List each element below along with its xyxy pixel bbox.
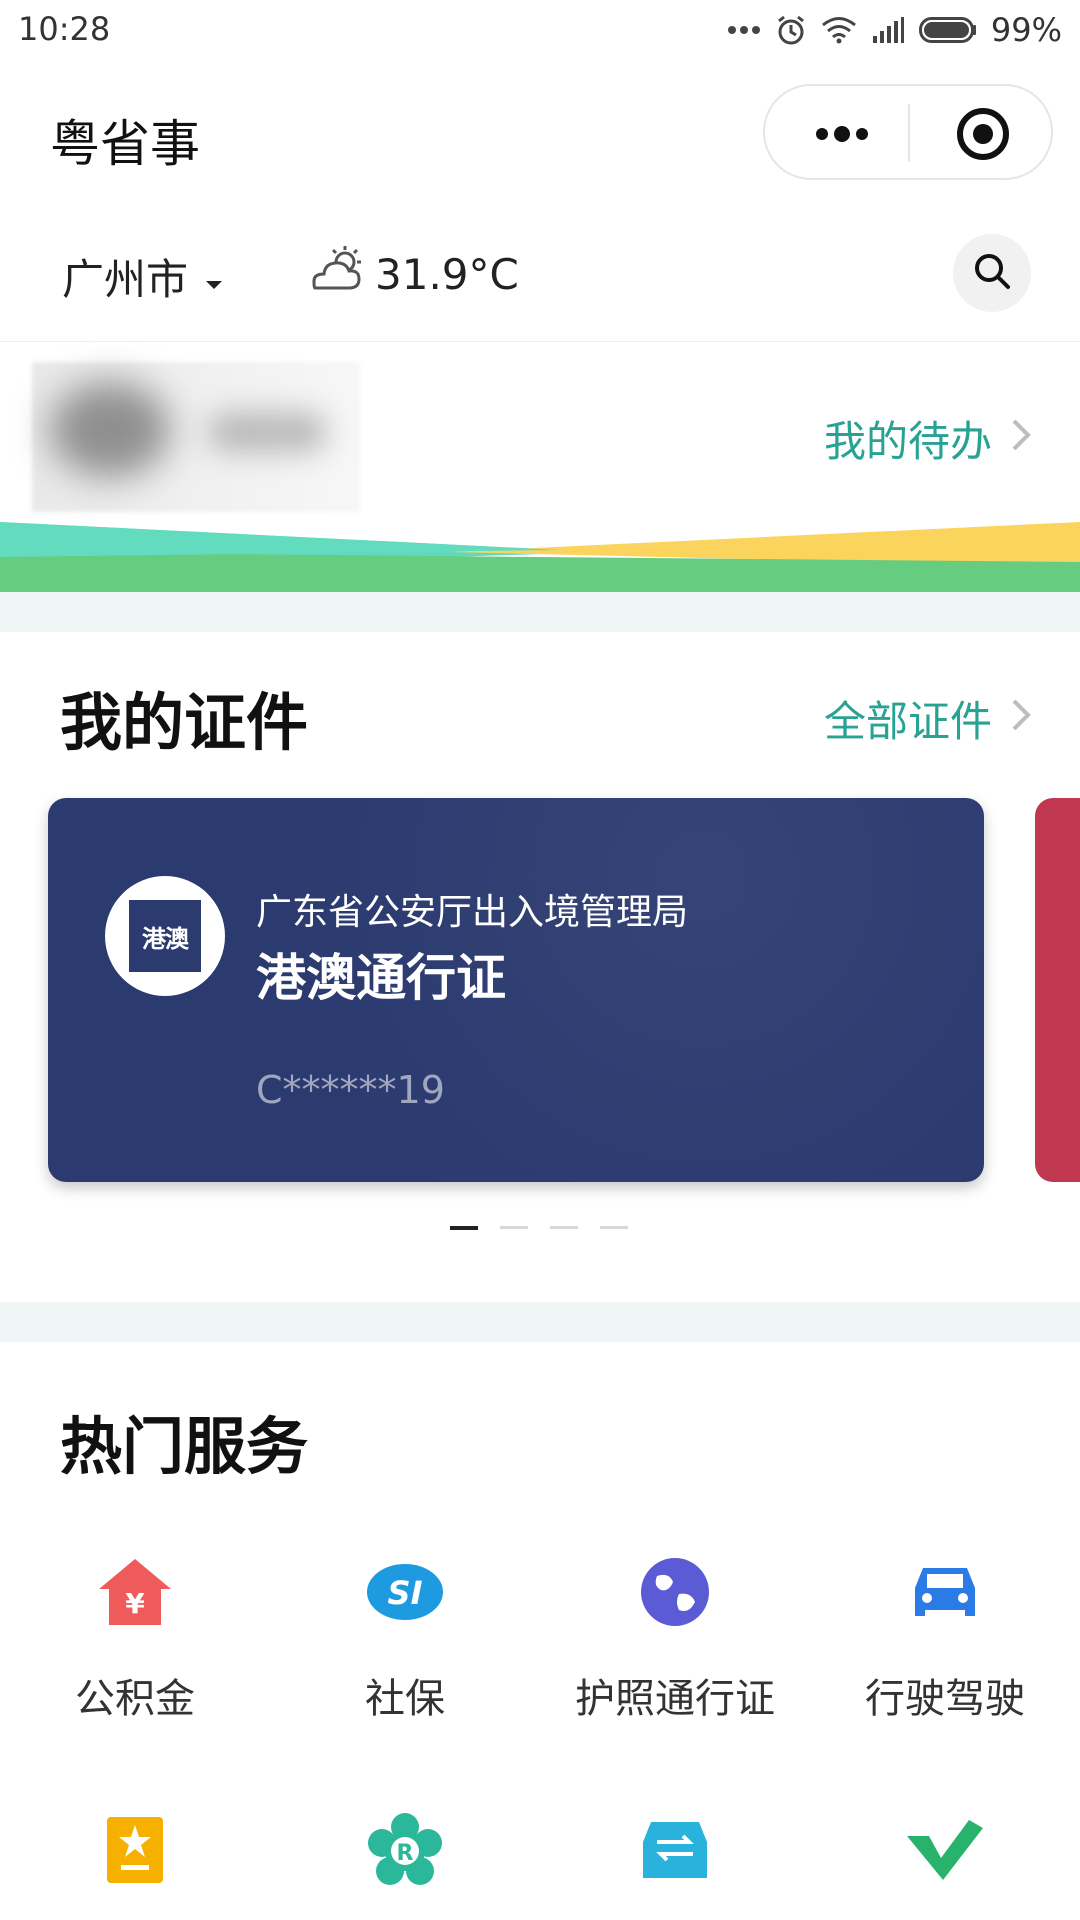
- check-v-icon: [905, 1810, 985, 1890]
- pager-dot: [550, 1226, 578, 1229]
- service-label: 行驶驾驶: [865, 1676, 1025, 1722]
- dropdown-caret-icon: [204, 252, 224, 301]
- city-name: 广州市: [62, 255, 189, 304]
- status-bar: 10:28 99%: [0, 0, 1080, 62]
- partly-cloudy-icon: [305, 244, 367, 304]
- housing-fund-icon: ¥: [95, 1552, 175, 1632]
- my-todo-link[interactable]: 我的待办: [824, 408, 1032, 469]
- battery-icon: [918, 17, 977, 43]
- service-passport[interactable]: 护照通行证: [540, 1552, 810, 1724]
- service-label: 公积金: [75, 1676, 195, 1722]
- my-todo-label: 我的待办: [823, 417, 992, 466]
- more-notifications-icon: [727, 25, 761, 35]
- next-certificate-card-peek[interactable]: [1035, 798, 1080, 1182]
- hot-services-title: 热门服务: [60, 1410, 309, 1483]
- svg-text:R: R: [397, 1841, 414, 1866]
- search-button[interactable]: [953, 234, 1031, 312]
- service-housing-fund[interactable]: ¥ 公积金: [0, 1552, 270, 1724]
- blurred-user-info: [32, 362, 360, 512]
- certificate-issuer: 广东省公安厅出入境管理局: [256, 892, 689, 933]
- capsule-divider: [908, 104, 910, 162]
- service-vehicle-license[interactable]: 行驶驾驶: [810, 1552, 1080, 1724]
- car-icon: [905, 1552, 985, 1632]
- service-item[interactable]: [810, 1810, 1080, 1890]
- certificate-card[interactable]: 港澳 广东省公安厅出入境管理局 港澳通行证 C******19: [48, 798, 984, 1182]
- nav-bar: 粤省事: [0, 62, 1080, 204]
- pager-dot: [600, 1226, 628, 1229]
- svg-text:¥: ¥: [125, 1587, 145, 1620]
- status-icons: 99%: [727, 8, 1062, 52]
- pager-dot: [500, 1226, 528, 1229]
- service-label: 社保: [365, 1676, 445, 1722]
- certificate-number: C******19: [256, 1068, 445, 1112]
- svg-text:SI: SI: [388, 1574, 423, 1612]
- weather-info: 31.9°C: [305, 244, 519, 304]
- chevron-right-icon: [1010, 414, 1032, 463]
- transfer-vehicle-icon: [635, 1810, 715, 1890]
- app-title: 粤省事: [50, 115, 200, 173]
- search-icon: [972, 251, 1012, 295]
- service-item[interactable]: [0, 1810, 270, 1890]
- target-circle-icon[interactable]: [948, 106, 1018, 162]
- hk-macau-pass-logo: 港澳: [105, 876, 225, 996]
- my-certificates-title: 我的证件: [60, 686, 309, 759]
- section-gap: [0, 1302, 1080, 1342]
- status-time: 10:28: [18, 10, 111, 48]
- battery-percent: 99%: [990, 11, 1062, 49]
- star-badge-icon: [95, 1810, 175, 1890]
- signal-icon: [871, 16, 905, 44]
- hk-macau-logo-mark: 港澳: [129, 900, 201, 972]
- pager-dot-active: [450, 1226, 478, 1230]
- certificate-name: 港澳通行证: [256, 949, 506, 1007]
- temperature: 31.9°C: [375, 249, 519, 299]
- mini-program-capsule: [763, 84, 1053, 180]
- globe-passport-icon: [635, 1552, 715, 1632]
- service-item[interactable]: R: [270, 1810, 540, 1890]
- service-label: 护照通行证: [575, 1676, 775, 1722]
- carousel-pager: [450, 1226, 628, 1230]
- alarm-icon: [775, 14, 807, 46]
- all-certificates-link[interactable]: 全部证件: [824, 688, 1032, 749]
- service-item[interactable]: [540, 1810, 810, 1890]
- service-social-security[interactable]: SI 社保: [270, 1552, 540, 1724]
- chevron-right-icon: [1010, 694, 1032, 743]
- disability-flower-icon: R: [365, 1810, 445, 1890]
- wifi-icon: [821, 16, 857, 44]
- location-bar: 广州市 31.9°C: [0, 204, 1080, 342]
- social-security-icon: SI: [365, 1552, 445, 1632]
- all-certificates-label: 全部证件: [823, 697, 992, 746]
- section-gap: [0, 592, 1080, 632]
- city-selector[interactable]: 广州市: [62, 246, 224, 307]
- more-dots-icon[interactable]: [797, 106, 887, 162]
- user-panel: 我的待办: [0, 342, 1080, 592]
- decorative-wave: [0, 522, 1080, 592]
